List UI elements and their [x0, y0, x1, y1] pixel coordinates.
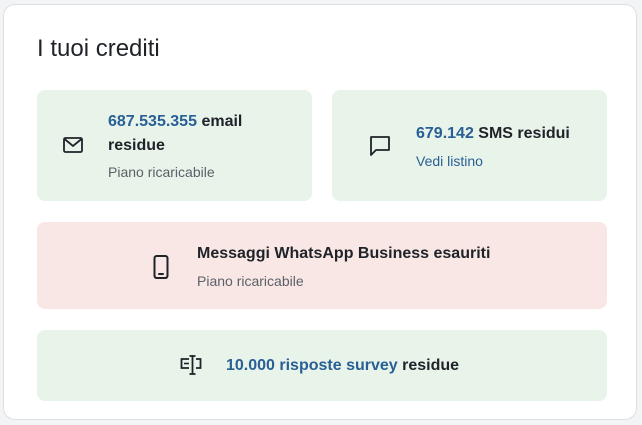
whatsapp-credits-tile: Messaggi WhatsApp Business esauriti Pian…	[37, 222, 607, 309]
survey-credits-text: 10.000 risposte survey residue	[226, 354, 459, 378]
survey-label: residue	[402, 357, 460, 374]
price-list-link[interactable]: Vedi listino	[416, 153, 483, 169]
email-plan: Piano ricaricabile	[108, 164, 215, 180]
whatsapp-plan: Piano ricaricabile	[197, 273, 304, 289]
email-credits-text: 687.535.355 email residue	[108, 110, 298, 158]
credits-card: I tuoi crediti 687.535.355 email residue…	[3, 4, 637, 420]
email-count: 687.535.355	[108, 113, 197, 130]
email-credits-tile: 687.535.355 email residue Piano ricarica…	[37, 90, 312, 201]
card-title: I tuoi crediti	[37, 35, 160, 62]
survey-count: 10.000 risposte survey	[226, 357, 398, 374]
smartphone-icon	[153, 255, 169, 279]
survey-form-icon	[180, 355, 202, 375]
whatsapp-status: Messaggi WhatsApp Business esauriti	[197, 245, 491, 262]
sms-credits-tile: 679.142 SMS residui Vedi listino	[332, 90, 607, 201]
sms-label: SMS residui	[478, 125, 570, 142]
sms-credits-text: 679.142 SMS residui	[416, 122, 570, 146]
mail-icon	[63, 137, 83, 153]
survey-credits-tile: 10.000 risposte survey residue	[37, 330, 607, 401]
chat-bubble-icon	[369, 135, 391, 156]
sms-count: 679.142	[416, 125, 474, 142]
